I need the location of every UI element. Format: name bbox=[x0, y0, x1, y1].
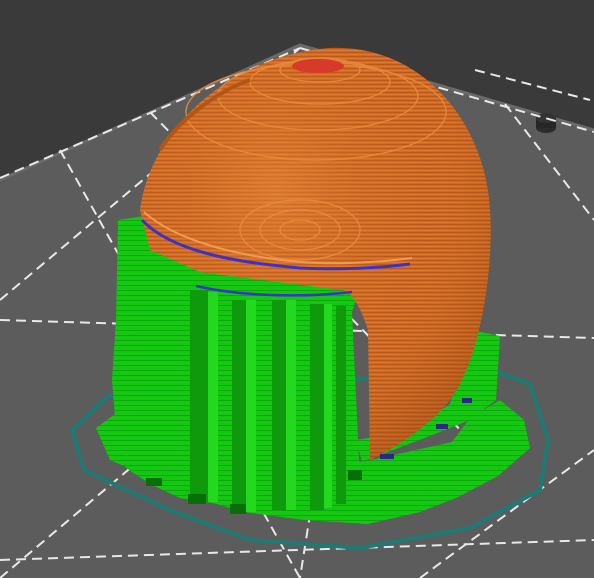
3d-preview-viewport[interactable] bbox=[0, 0, 594, 578]
top-layer-cap bbox=[292, 59, 344, 73]
3d-scene[interactable] bbox=[0, 0, 594, 578]
